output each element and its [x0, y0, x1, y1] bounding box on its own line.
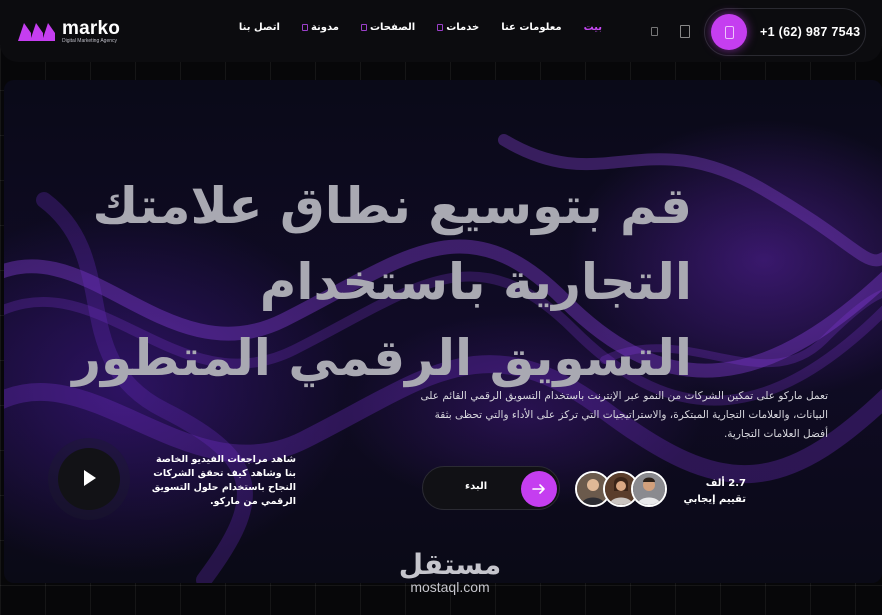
nav-item-services[interactable]: خدمات — [437, 22, 479, 33]
reviewer-avatars — [575, 471, 667, 507]
watermark-arabic: مستقل — [398, 548, 502, 581]
phone-contact[interactable]: +1 (62) 987 7543 — [704, 8, 866, 56]
nav-item-label: معلومات عنا — [501, 22, 562, 33]
person-avatar-icon — [633, 473, 665, 505]
hero-section: قم بتوسيع نطاق علامتك التجارية باستخدام … — [4, 80, 882, 583]
nav-item-contact[interactable]: اتصل بنا — [239, 22, 280, 33]
nav-item-label: خدمات — [446, 22, 480, 33]
rating-text: 2.7 ألف تقييم إيجابي — [683, 478, 746, 505]
arrow-right-icon — [532, 484, 545, 494]
nav-item-label: بيت — [583, 22, 602, 33]
dropdown-caret-icon — [301, 24, 308, 31]
logo-mark-icon — [18, 23, 55, 41]
site-header: marko Digital Marketing Agency بيت معلوم… — [0, 0, 882, 62]
brand-name: marko — [62, 17, 121, 39]
nav-item-about[interactable]: معلومات عنا — [501, 22, 561, 33]
dropdown-caret-icon — [360, 24, 367, 31]
watermark-latin: mostaql.com — [410, 579, 490, 595]
start-arrow-button[interactable] — [521, 471, 557, 507]
dropdown-caret-icon — [437, 24, 444, 31]
hero-headline: قم بتوسيع نطاق علامتك التجارية باستخدام … — [72, 177, 692, 387]
brand-tagline: Digital Marketing Agency — [62, 37, 118, 44]
nav-item-blog[interactable]: مدونة — [301, 22, 339, 33]
hero-description: تعمل ماركو على تمكين الشركات من النمو عب… — [420, 390, 828, 440]
video-review-text: شاهد مراجعات الفيديو الخاصة بنا وشاهد كي… — [151, 454, 296, 507]
phone-icon — [725, 26, 734, 39]
nav-item-pages[interactable]: الصفحات — [360, 22, 416, 33]
nav-item-label: اتصل بنا — [238, 22, 280, 33]
phone-number: +1 (62) 987 7543 — [760, 25, 861, 39]
brand-logo[interactable]: marko Digital Marketing Agency — [18, 18, 120, 44]
nav-item-label: الصفحات — [369, 22, 416, 33]
nav-item-home[interactable]: بيت — [584, 22, 602, 33]
start-button-label: البدء — [465, 481, 488, 492]
watermark: مستقل mostaql.com — [380, 548, 520, 595]
search-icon[interactable] — [651, 27, 658, 36]
start-button[interactable]: البدء — [422, 466, 560, 510]
main-nav: بيت معلومات عنا خدمات الصفحات مدونة اتصل… — [217, 22, 602, 33]
nav-item-label: مدونة — [310, 22, 339, 33]
video-play-button[interactable] — [58, 448, 120, 510]
phone-button[interactable] — [711, 14, 747, 50]
menu-icon[interactable] — [680, 25, 690, 38]
play-icon — [84, 470, 96, 486]
avatar — [631, 471, 667, 507]
